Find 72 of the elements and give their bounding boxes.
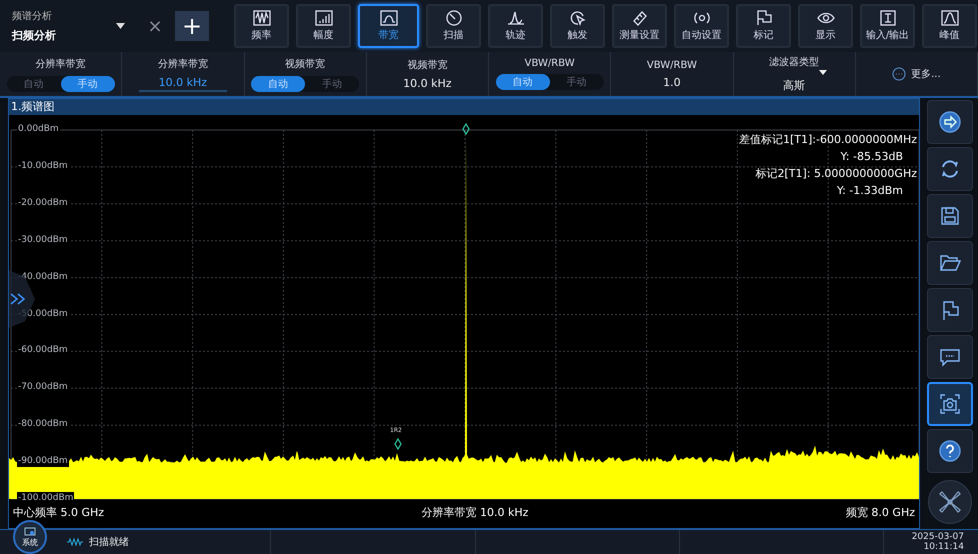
- toolbar-button[interactable]: 频率: [234, 4, 289, 48]
- filter-dropdown[interactable]: 高斯: [783, 79, 806, 92]
- toolbar-button[interactable]: 轨迹: [488, 4, 543, 48]
- dial-icon: [444, 10, 462, 26]
- add-button[interactable]: +: [175, 11, 209, 41]
- help-icon: [939, 440, 961, 462]
- text-box-icon: [878, 10, 896, 26]
- parameter-label: 视频带宽: [285, 58, 326, 70]
- parameter-label: VBW/RBW: [524, 58, 575, 69]
- waveform-icon: [67, 538, 83, 546]
- more-icon: [892, 67, 906, 81]
- toolbar-button[interactable]: 幅度: [296, 4, 351, 48]
- waveform-icon: [252, 10, 270, 26]
- value-field[interactable]: 1.0: [663, 76, 681, 88]
- parameter-label: VBW/RBW: [646, 60, 697, 70]
- peak-icon: [940, 10, 958, 26]
- bar-chart-icon: [314, 10, 332, 26]
- peaks-icon: [506, 10, 524, 26]
- toolbar-button[interactable]: 显示: [798, 4, 853, 48]
- toolbar-button[interactable]: 自动设置: [674, 4, 729, 48]
- caret-icon: [818, 70, 827, 75]
- camera-icon: [939, 393, 961, 415]
- toolbar-button[interactable]: 峰值: [922, 4, 977, 48]
- status-text: 扫描就绪: [89, 536, 129, 549]
- double-chevron-icon: [9, 293, 27, 305]
- parameter-label: 视频带宽: [407, 58, 448, 72]
- panel-title: 1.频谱图: [11, 100, 54, 113]
- side-button[interactable]: [927, 382, 973, 426]
- toolbar-button[interactable]: 输入/输出: [860, 4, 915, 48]
- parameter-label: 滤波器类型: [769, 56, 820, 69]
- marker-icon: [462, 123, 470, 135]
- parameter-label: 分辨率带宽: [36, 58, 86, 70]
- toolbar-button[interactable]: 测量设置: [612, 4, 667, 48]
- refresh-icon: [939, 158, 961, 180]
- system-button[interactable]: 系统: [13, 520, 47, 554]
- axis-info: 分辨率带宽 10.0 kHz: [422, 505, 528, 520]
- toolbar-button[interactable]: 扫描: [426, 4, 481, 48]
- side-button[interactable]: [927, 100, 973, 144]
- marker-readout: Y: -1.33dBm: [836, 184, 904, 197]
- bandpass-icon: [380, 10, 398, 26]
- side-button[interactable]: [927, 241, 973, 285]
- side-button[interactable]: [927, 288, 973, 332]
- ruler-icon: [630, 10, 648, 26]
- side-button[interactable]: [927, 335, 973, 379]
- save-icon: [939, 205, 961, 227]
- eye-icon: [816, 10, 834, 26]
- flag-icon: [754, 10, 772, 26]
- pointer-icon: [568, 10, 586, 26]
- value-field[interactable]: 10.0 kHz: [138, 76, 228, 92]
- side-button[interactable]: [927, 194, 973, 238]
- axis-label: -90.00dBm: [17, 455, 69, 468]
- mode-selector[interactable]: 扫频分析: [12, 28, 116, 43]
- more-button[interactable]: 更多...: [892, 67, 941, 81]
- marker-readout: 标记2[T1]: 5.0000000000GHz: [755, 166, 917, 181]
- side-button[interactable]: [927, 147, 973, 191]
- date-text: 2025-03-07: [912, 532, 964, 542]
- quick-menu-button[interactable]: [928, 480, 972, 524]
- side-button[interactable]: [927, 429, 973, 473]
- mode-label: 频谱分析: [12, 10, 53, 23]
- marker-readout: Y: -85.53dB: [840, 150, 904, 163]
- parameter-label: 分辨率带宽: [158, 58, 208, 70]
- marker-readout: 差值标记1[T1]:-600.0000000MHz: [739, 132, 917, 147]
- toolbar-button[interactable]: 带宽: [358, 4, 419, 48]
- marker-icon: [394, 438, 402, 450]
- axis-info: 中心频率 5.0 GHz: [13, 505, 104, 520]
- toolbar-button[interactable]: 标记: [736, 4, 791, 48]
- value-field[interactable]: 10.0 kHz: [403, 77, 452, 90]
- toolbar-button[interactable]: 触发: [550, 4, 605, 48]
- close-button[interactable]: ×: [145, 16, 165, 36]
- caret-icon[interactable]: [116, 23, 125, 29]
- time-text: 10:11:14: [924, 542, 964, 552]
- axis-info: 频宽 8.0 GHz: [846, 505, 915, 520]
